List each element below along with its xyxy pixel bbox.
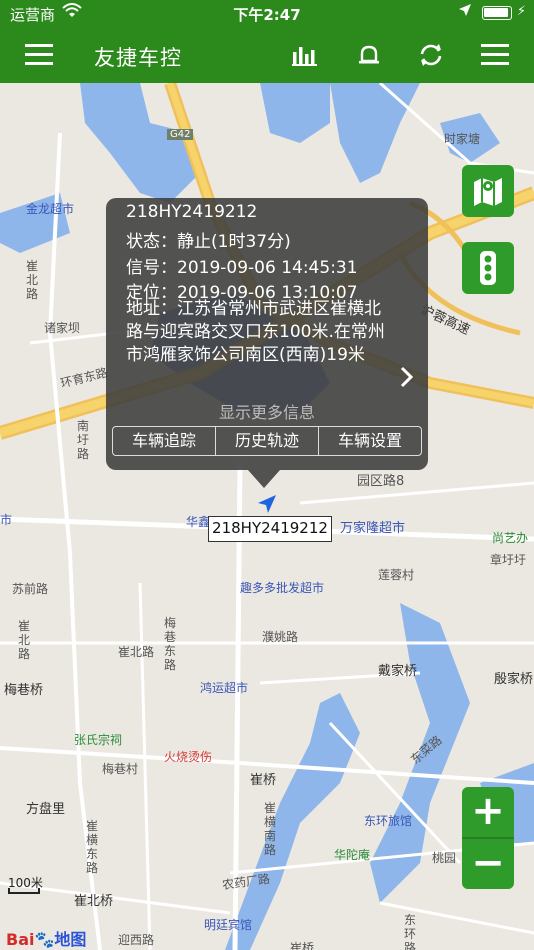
status-time: 下午2:47 — [233, 6, 301, 24]
map-type-button[interactable] — [462, 165, 514, 217]
map-label: 崔北桥 — [74, 894, 114, 909]
map-label: G42 — [167, 129, 194, 140]
map-label: 濮姚路 — [262, 630, 299, 644]
charging-icon: ⚡ — [516, 4, 526, 19]
battery-icon — [482, 6, 512, 20]
popup-plate: 218HY2419212 — [126, 202, 258, 222]
more-menu-icon[interactable] — [478, 38, 512, 72]
alarm-bell-icon[interactable] — [352, 38, 386, 72]
map-label: 苏前路 — [12, 582, 49, 596]
show-more-button[interactable]: 显示更多信息 — [106, 399, 428, 423]
map-label: 东环路 — [404, 913, 417, 950]
popup-status: 状态：静止(1时37分) — [126, 232, 291, 252]
stats-icon[interactable] — [288, 38, 322, 72]
map-scale: 100米 — [8, 874, 43, 894]
vehicle-settings-button[interactable]: 车辆设置 — [319, 427, 421, 455]
nav-bar: 友捷车控 — [0, 28, 534, 83]
map-label: 华鑫 — [186, 515, 211, 529]
status-bar: 运营商 下午2:47 ⚡ — [0, 0, 534, 28]
map-label: 鸿运超市 — [200, 681, 249, 695]
map-label: 桃园 — [432, 851, 457, 865]
zoom-in-button[interactable]: + — [462, 787, 514, 837]
map-label: 方盘里 — [26, 802, 66, 817]
logo-du: 地图 — [54, 930, 87, 949]
app-root: 运营商 下午2:47 ⚡ 友捷车控 G42 时家塘 金龙超市 诸家坝 环育东路 … — [0, 0, 534, 950]
menu-icon[interactable] — [22, 38, 56, 72]
map-label: 万家隆超市 — [340, 521, 406, 536]
popup-pointer — [248, 470, 280, 488]
vehicle-info-popup[interactable]: 218HY2419212 状态：静止(1时37分) 信号：2019-09-06 … — [106, 198, 428, 488]
map-label: 诸家坝 — [44, 321, 81, 335]
map-label: 迎西路 — [118, 933, 155, 947]
map-label: 崔桥 — [250, 773, 277, 788]
history-track-button[interactable]: 历史轨迹 — [216, 427, 319, 455]
map-icon — [474, 178, 502, 206]
map-label: 梅巷桥 — [4, 683, 44, 698]
map-label: 时家塘 — [444, 132, 481, 146]
vehicle-plate-label[interactable]: 218HY2419212 — [208, 516, 332, 542]
map-label: 崔横南路 — [264, 801, 277, 857]
map-label: 东环旅馆 — [364, 814, 413, 828]
traffic-button[interactable] — [462, 242, 514, 294]
baidu-logo: Bai🐾地图 — [6, 926, 86, 950]
vehicle-location-icon[interactable] — [256, 493, 278, 515]
refresh-icon[interactable] — [414, 38, 448, 72]
map-label: 崔北路 — [26, 259, 39, 301]
map-label: 南圩路 — [77, 419, 90, 461]
zoom-out-button[interactable]: − — [462, 839, 514, 889]
map-label: 火烧烫伤 — [164, 750, 213, 764]
map-label: 趣多多批发超市 — [240, 581, 325, 595]
page-title: 友捷车控 — [94, 46, 182, 70]
map-label: 尚艺办 — [492, 531, 529, 545]
scale-bar — [8, 888, 40, 894]
map-label: 戴家桥 — [378, 664, 418, 679]
map-label: 崔桥 — [290, 941, 315, 950]
map-label: 崔横东路 — [86, 819, 99, 875]
map-label: 张氏宗祠 — [74, 733, 123, 747]
map-label: 崔北路 — [18, 619, 31, 661]
map-label: 明廷宾馆 — [204, 918, 253, 932]
logo-bai: Bai — [6, 930, 35, 949]
vehicle-tracking-button[interactable]: 车辆追踪 — [113, 427, 216, 455]
zoom-control: + − — [462, 787, 514, 889]
map-label: 市 — [0, 513, 13, 527]
chevron-right-icon[interactable] — [400, 366, 414, 394]
traffic-light-icon — [480, 251, 496, 285]
map-label: 章圩圩 — [490, 553, 527, 567]
popup-signal: 信号：2019-09-06 14:45:31 — [126, 258, 358, 278]
map-label: 华陀庵 — [334, 848, 371, 862]
popup-action-bar: 车辆追踪 历史轨迹 车辆设置 — [112, 426, 422, 456]
map-label: 殷家桥 — [494, 672, 534, 687]
location-arrow-icon — [458, 3, 472, 21]
map-label: 梅巷东路 — [164, 616, 177, 672]
map-label: 莲蓉村 — [378, 568, 415, 582]
map-label: 梅巷村 — [102, 762, 139, 776]
map-label: 崔北路 — [118, 645, 155, 659]
map-label: 金龙超市 — [26, 202, 75, 216]
popup-address: 地址：江苏省常州市武进区崔横北路与迎宾路交叉口东100米.在常州市鸿雁家饰公司南… — [126, 299, 385, 365]
map-label: 园区路8 — [357, 474, 405, 489]
paw-icon: 🐾 — [34, 930, 55, 949]
